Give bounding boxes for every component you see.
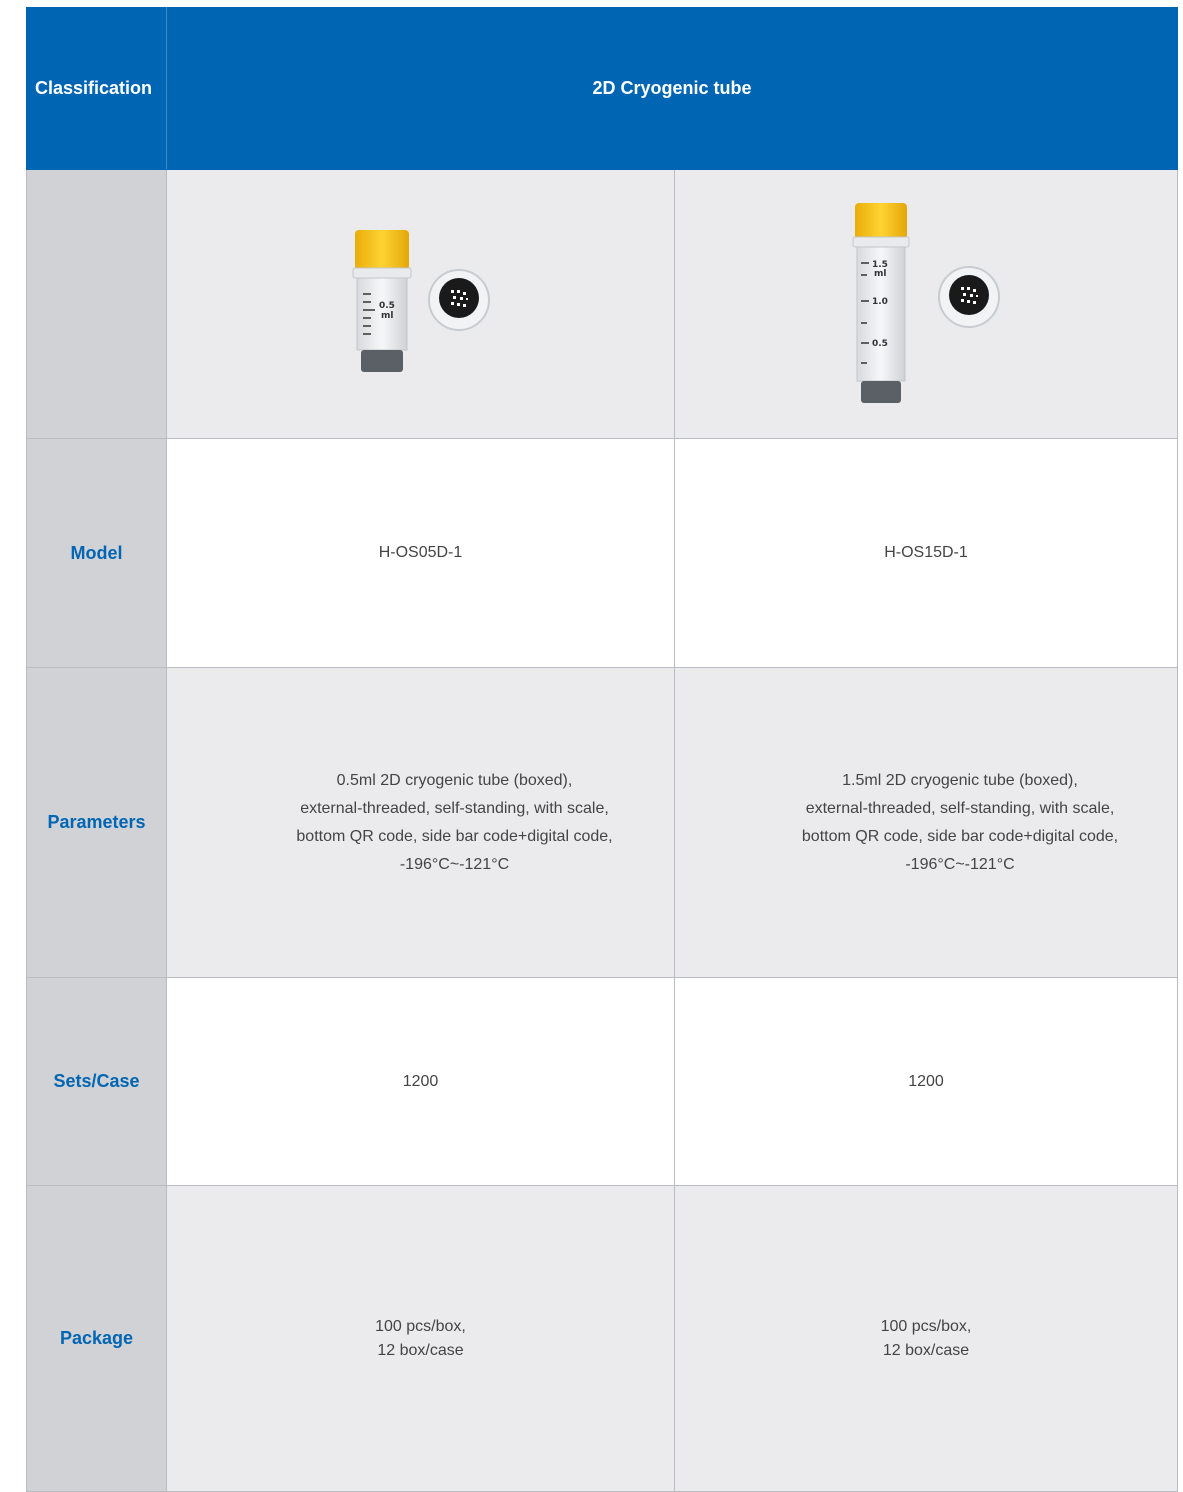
package-value-1: 100 pcs/box, 12 box/case xyxy=(166,1185,675,1492)
parameters-row: Parameters 0.5ml 2D cryogenic tube (boxe… xyxy=(26,667,1178,978)
cryogenic-tube-1.5ml-icon: 1.5 ml 1.0 0.5 xyxy=(852,203,1000,403)
cryogenic-tube-0.5ml-icon: 0.5 ml xyxy=(352,230,490,372)
param-2-line-4: -196°C~-121°C xyxy=(905,855,1015,873)
param-1-line-2: external-threaded, self-standing, with s… xyxy=(300,799,609,817)
scale-label-1-0: 1.0 xyxy=(872,297,888,307)
sets-case-value-1: 1200 xyxy=(166,977,675,1186)
model-value-2: H-OS15D-1 xyxy=(674,438,1178,668)
param-2-line-3: bottom QR code, side bar code+digital co… xyxy=(801,827,1119,845)
param-2-line-1: 1.5ml 2D cryogenic tube (boxed), xyxy=(842,771,1078,789)
model-value-1: H-OS05D-1 xyxy=(166,438,675,668)
model-label: Model xyxy=(26,438,167,668)
package-label: Package xyxy=(26,1185,167,1492)
package-1-line-1: 100 pcs/box, xyxy=(375,1317,466,1335)
parameters-value-2: 1.5ml 2D cryogenic tube (boxed), externa… xyxy=(674,667,1178,978)
param-1-line-3: bottom QR code, side bar code+digital co… xyxy=(296,827,613,845)
scale-unit-ml-2: ml xyxy=(874,269,886,279)
product-title: 2D Cryogenic tube xyxy=(166,7,1178,170)
param-1-line-4: -196°C~-121°C xyxy=(399,855,510,873)
parameters-label: Parameters xyxy=(26,667,167,978)
param-2-line-2: external-threaded, self-standing, with s… xyxy=(805,799,1115,817)
package-2-line-2: 12 box/case xyxy=(882,1341,970,1359)
image-row: 0.5 ml 1.5 ml 1.0 0.5 xyxy=(26,169,1178,439)
header-row: Classification 2D Cryogenic tube xyxy=(26,7,1178,170)
scale-label-0-5: 0.5 xyxy=(379,301,395,311)
package-2-line-1: 100 pcs/box, xyxy=(880,1317,972,1335)
param-1-line-1: 0.5ml 2D cryogenic tube (boxed), xyxy=(336,771,573,789)
sets-case-label: Sets/Case xyxy=(26,977,167,1186)
package-1-line-2: 12 box/case xyxy=(377,1341,464,1359)
image-row-label xyxy=(26,169,167,439)
product-image-cell-2: 1.5 ml 1.0 0.5 xyxy=(674,169,1178,439)
package-value-2: 100 pcs/box, 12 box/case xyxy=(674,1185,1178,1492)
product-image-cell-1: 0.5 ml xyxy=(166,169,675,439)
scale-label-0-5b: 0.5 xyxy=(872,339,888,349)
spec-table: Classification 2D Cryogenic tube 0.5 ml … xyxy=(26,7,1178,1492)
sets-case-value-2: 1200 xyxy=(674,977,1178,1186)
sets-case-row: Sets/Case 1200 1200 xyxy=(26,977,1178,1186)
parameters-value-1: 0.5ml 2D cryogenic tube (boxed), externa… xyxy=(166,667,675,978)
model-row: Model H-OS05D-1 H-OS15D-1 xyxy=(26,438,1178,668)
scale-unit-ml: ml xyxy=(381,311,393,321)
package-row: Package 100 pcs/box, 12 box/case 100 pcs… xyxy=(26,1185,1178,1492)
classification-header: Classification xyxy=(26,7,167,170)
